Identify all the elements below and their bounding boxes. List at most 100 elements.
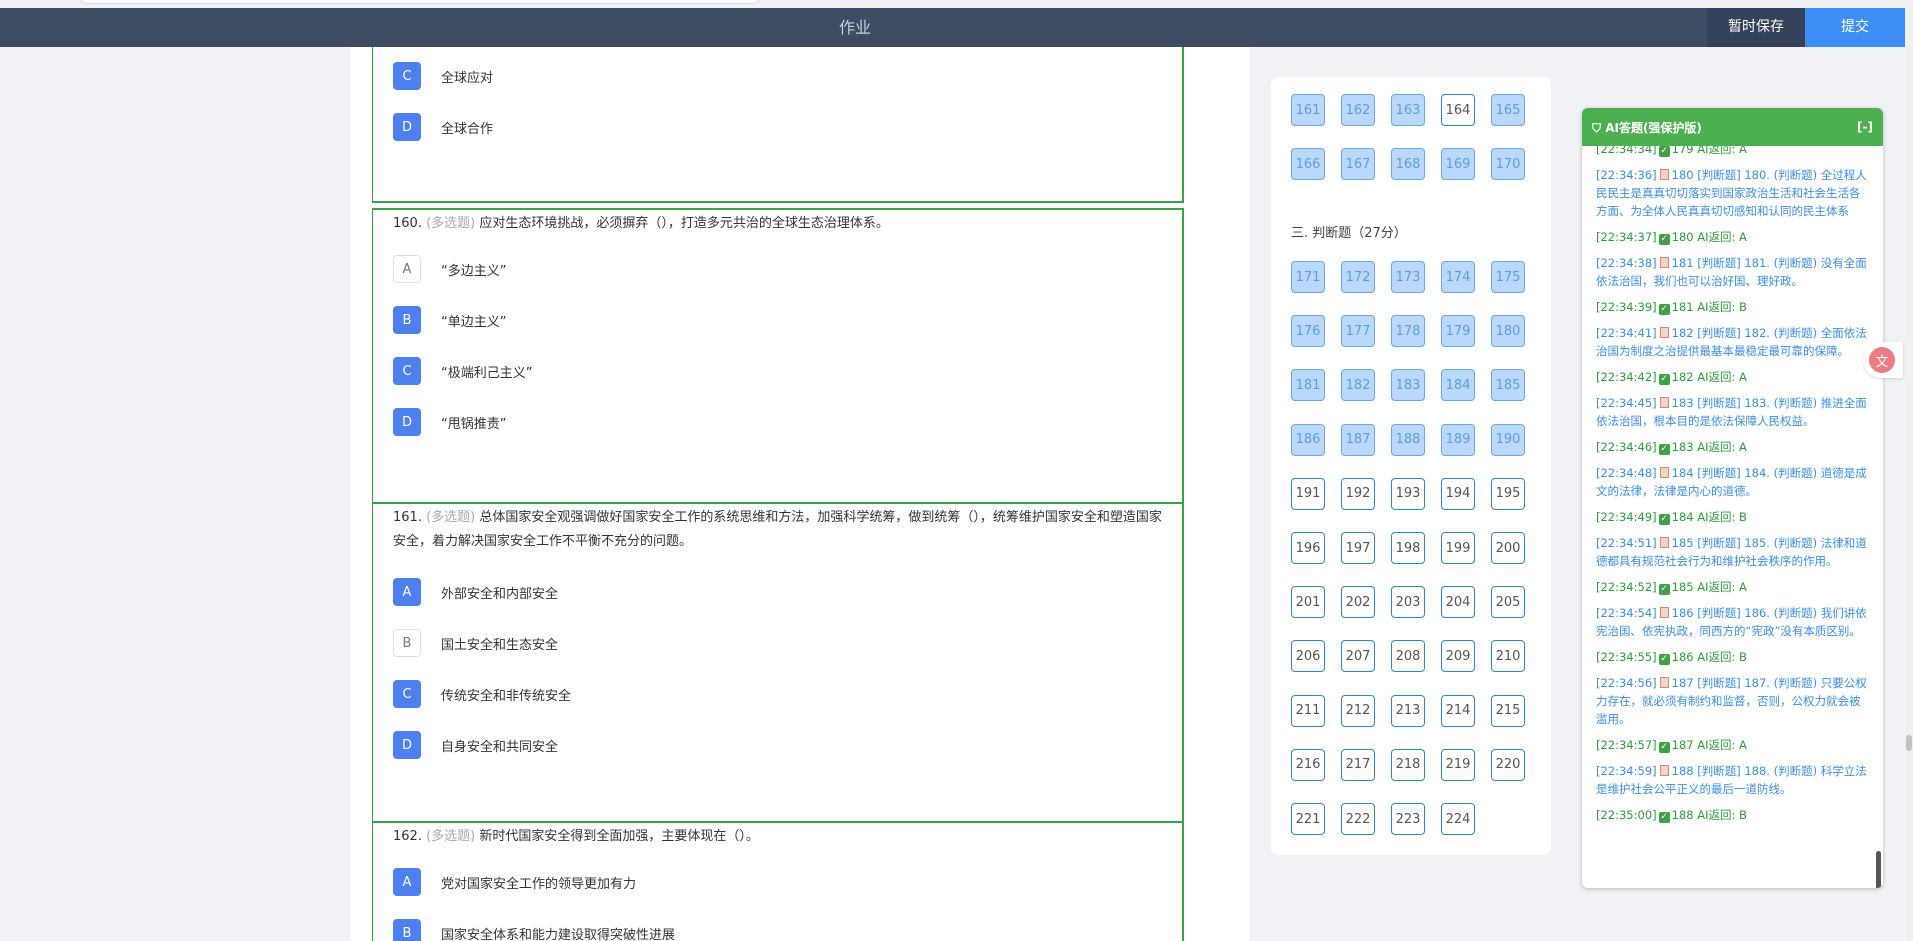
option-d[interactable]: D “甩锅推责” xyxy=(393,408,506,436)
question-number-190[interactable]: 190 xyxy=(1491,423,1525,456)
question-number-174[interactable]: 174 xyxy=(1441,261,1475,293)
log-time: [22:34:37] xyxy=(1596,230,1657,244)
ai-log[interactable]: [22:34:34] ✓ 179 AI返回: A [22:34:36] 180 [判断题… xyxy=(1582,146,1883,888)
option-letter: B xyxy=(393,919,421,941)
question-number-184[interactable]: 184 xyxy=(1441,369,1475,402)
question-number-166[interactable]: 166 xyxy=(1291,148,1325,181)
save-draft-button[interactable]: 暂时保存 xyxy=(1707,8,1805,47)
address-bar[interactable] xyxy=(80,0,760,4)
option-a[interactable]: A “多边主义” xyxy=(393,255,506,283)
question-number-178[interactable]: 178 xyxy=(1391,315,1425,348)
log-text: 180 AI返回: A xyxy=(1671,230,1747,244)
question-number-206[interactable]: 206 xyxy=(1291,640,1325,673)
question-number-223[interactable]: 223 xyxy=(1391,803,1425,835)
check-icon: ✓ xyxy=(1658,304,1670,315)
ai-panel-header[interactable]: ⛉ AI答题(强保护版) [-] xyxy=(1582,108,1883,146)
option-a[interactable]: A 党对国家安全工作的领导更加有力 xyxy=(393,868,636,896)
question-number-173[interactable]: 173 xyxy=(1391,261,1425,293)
question-number-215[interactable]: 215 xyxy=(1491,694,1525,727)
question-number-179[interactable]: 179 xyxy=(1441,315,1475,348)
log-time: [22:34:54] xyxy=(1596,606,1657,620)
window-scrollbar[interactable] xyxy=(1905,8,1913,941)
question-number-197[interactable]: 197 xyxy=(1341,532,1375,564)
question-number-199[interactable]: 199 xyxy=(1441,532,1475,564)
question-number-177[interactable]: 177 xyxy=(1341,315,1375,348)
question-number-169[interactable]: 169 xyxy=(1441,148,1475,181)
question-number-213[interactable]: 213 xyxy=(1391,694,1425,727)
option-b[interactable]: B 国土安全和生态安全 xyxy=(393,629,558,657)
question-number-200[interactable]: 200 xyxy=(1491,532,1525,564)
question-number-201[interactable]: 201 xyxy=(1291,586,1325,619)
question-number-202[interactable]: 202 xyxy=(1341,586,1375,619)
question-number-204[interactable]: 204 xyxy=(1441,586,1475,619)
question-number-216[interactable]: 216 xyxy=(1291,748,1325,781)
question-number-221[interactable]: 221 xyxy=(1291,803,1325,835)
question-number-218[interactable]: 218 xyxy=(1391,748,1425,781)
question-number-222[interactable]: 222 xyxy=(1341,803,1375,835)
question-number-164[interactable]: 164 xyxy=(1441,94,1475,126)
browser-top-strip xyxy=(0,0,1913,8)
log-result-entry: [22:34:39] ✓ 181 AI返回: B xyxy=(1596,298,1868,316)
option-d[interactable]: D 全球合作 xyxy=(393,113,493,141)
question-number-185[interactable]: 185 xyxy=(1491,369,1525,402)
question-number-165[interactable]: 165 xyxy=(1491,94,1525,126)
question-number-198[interactable]: 198 xyxy=(1391,532,1425,564)
option-a[interactable]: A 外部安全和内部安全 xyxy=(393,578,558,606)
log-time: [22:34:56] xyxy=(1596,676,1657,690)
question-number-203[interactable]: 203 xyxy=(1391,586,1425,619)
option-c[interactable]: C 传统安全和非传统安全 xyxy=(393,680,571,708)
log-time: [22:34:46] xyxy=(1596,440,1657,454)
option-c[interactable]: C 全球应对 xyxy=(393,62,493,90)
question-number-161[interactable]: 161 xyxy=(1291,94,1325,126)
question-number-193[interactable]: 193 xyxy=(1391,477,1425,510)
question-number-176[interactable]: 176 xyxy=(1291,315,1325,348)
question-number-171[interactable]: 171 xyxy=(1291,261,1325,293)
question-number-187[interactable]: 187 xyxy=(1341,423,1375,456)
question-number-183[interactable]: 183 xyxy=(1391,369,1425,402)
question-number-220[interactable]: 220 xyxy=(1491,748,1525,781)
collapse-button[interactable]: [-] xyxy=(1857,120,1873,134)
question-number-167[interactable]: 167 xyxy=(1341,148,1375,181)
question-number-207[interactable]: 207 xyxy=(1341,640,1375,673)
question-number-212[interactable]: 212 xyxy=(1341,694,1375,727)
question-number-196[interactable]: 196 xyxy=(1291,532,1325,564)
question-number-209[interactable]: 209 xyxy=(1441,640,1475,673)
log-question-entry: [22:34:54] 186 [判断题] 186. (判断题) 我们讲依宪治国、依… xyxy=(1596,604,1868,640)
question-number-163[interactable]: 163 xyxy=(1391,94,1425,126)
question-number-210[interactable]: 210 xyxy=(1491,640,1525,673)
question-number-180[interactable]: 180 xyxy=(1491,315,1525,348)
question-number-214[interactable]: 214 xyxy=(1441,694,1475,727)
question-number-217[interactable]: 217 xyxy=(1341,748,1375,781)
question-number-194[interactable]: 194 xyxy=(1441,477,1475,510)
question-number-182[interactable]: 182 xyxy=(1341,369,1375,402)
question-number-211[interactable]: 211 xyxy=(1291,694,1325,727)
question-number-224[interactable]: 224 xyxy=(1441,803,1475,835)
option-d[interactable]: D 自身安全和共同安全 xyxy=(393,731,558,759)
question-number-219[interactable]: 219 xyxy=(1441,748,1475,781)
question-number-192[interactable]: 192 xyxy=(1341,477,1375,510)
window-scrollbar-thumb[interactable] xyxy=(1906,735,1912,751)
translate-float-button[interactable]: 文 xyxy=(1863,342,1903,378)
question-number-208[interactable]: 208 xyxy=(1391,640,1425,673)
option-text: 全球应对 xyxy=(441,70,494,86)
option-b[interactable]: B 国家安全体系和能力建设取得突破性进展 xyxy=(393,919,675,941)
question-number-181[interactable]: 181 xyxy=(1291,369,1325,402)
question-number-186[interactable]: 186 xyxy=(1291,423,1325,456)
check-icon: ✓ xyxy=(1658,654,1670,665)
question-number-162[interactable]: 162 xyxy=(1341,94,1375,126)
question-number-189[interactable]: 189 xyxy=(1441,423,1475,456)
option-c[interactable]: C “极端利己主义” xyxy=(393,357,532,385)
question-number-205[interactable]: 205 xyxy=(1491,586,1525,619)
log-time: [22:35:00] xyxy=(1596,808,1657,822)
question-number-170[interactable]: 170 xyxy=(1491,148,1525,181)
question-number-195[interactable]: 195 xyxy=(1491,477,1525,510)
ai-log-scrollbar[interactable] xyxy=(1876,851,1881,888)
question-number-168[interactable]: 168 xyxy=(1391,148,1425,181)
question-number-191[interactable]: 191 xyxy=(1291,477,1325,510)
question-number-175[interactable]: 175 xyxy=(1491,261,1525,293)
question-number: 162. xyxy=(393,829,422,844)
question-number-172[interactable]: 172 xyxy=(1341,261,1375,293)
option-b[interactable]: B “单边主义” xyxy=(393,306,506,334)
submit-button[interactable]: 提交 xyxy=(1805,8,1905,47)
question-number-188[interactable]: 188 xyxy=(1391,423,1425,456)
